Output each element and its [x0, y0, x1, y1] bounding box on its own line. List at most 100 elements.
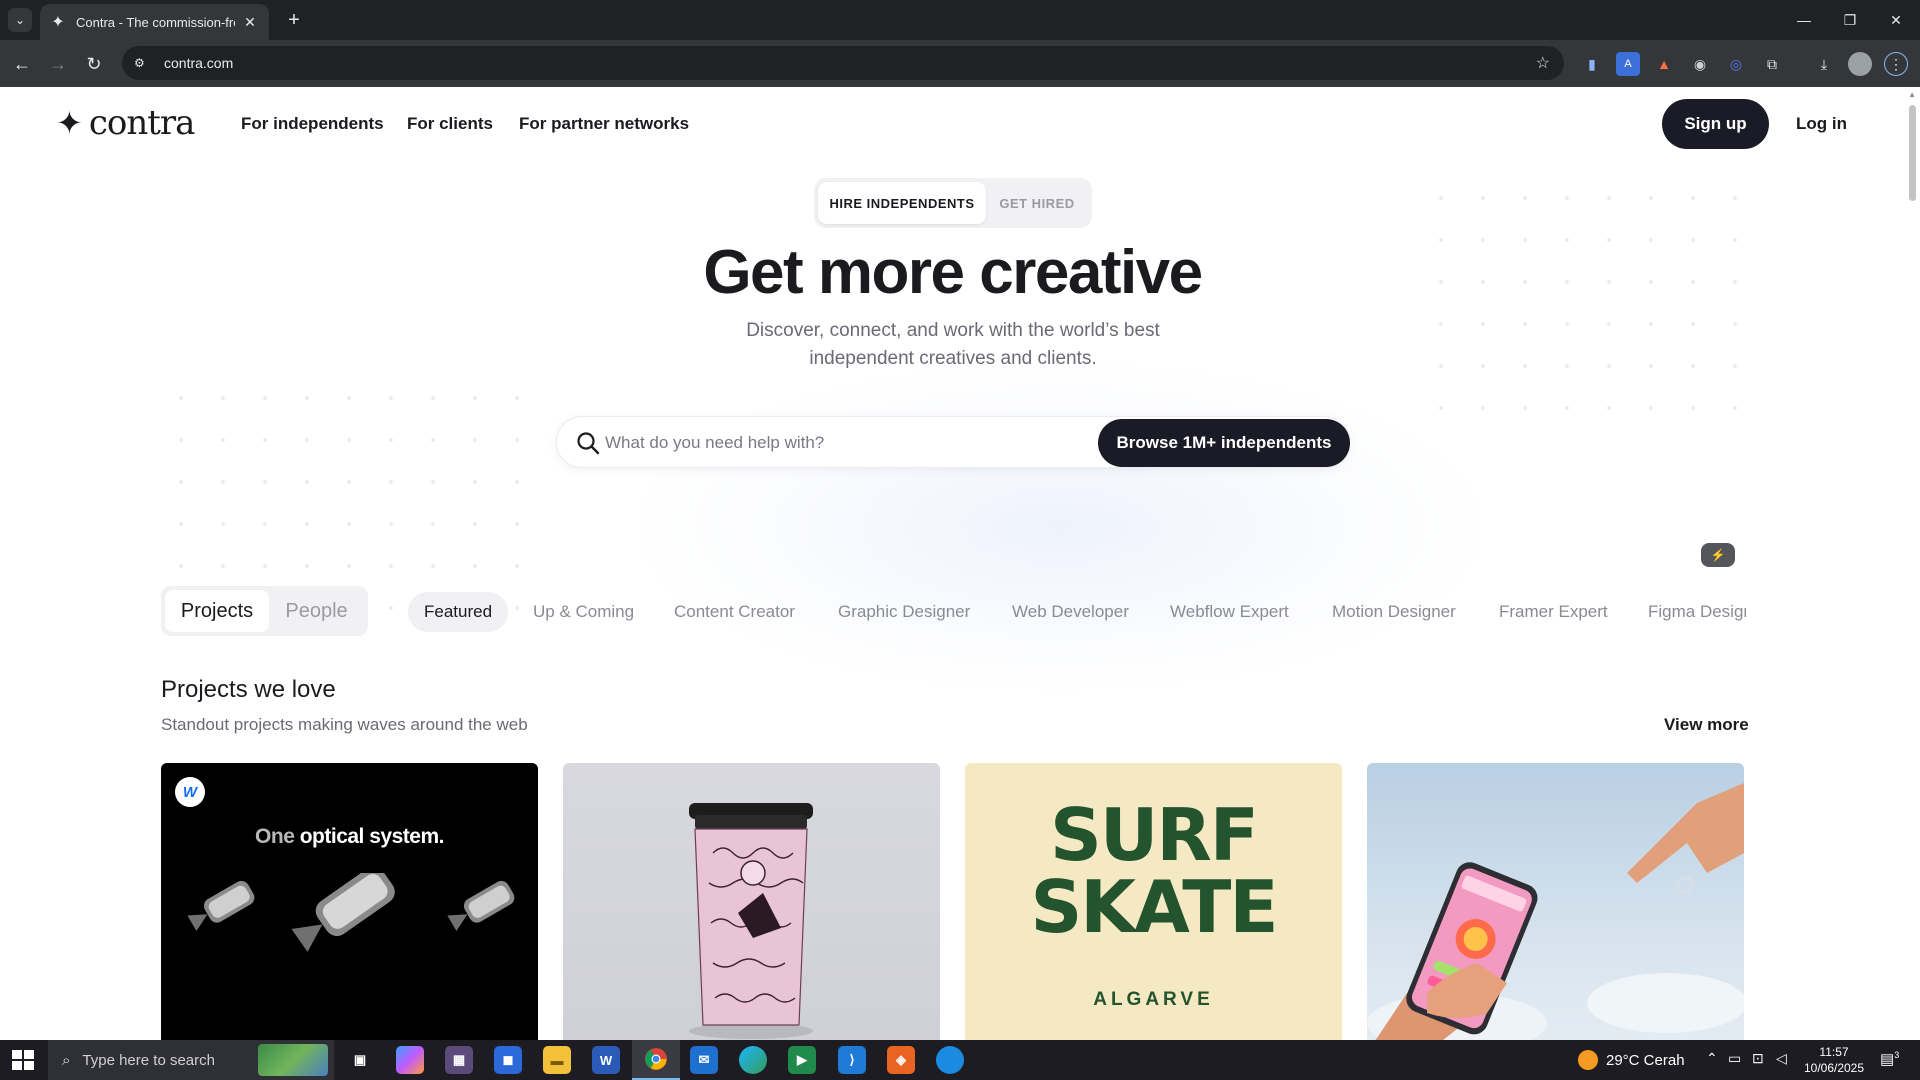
nav-for-independents[interactable]: For independents — [241, 114, 384, 134]
url-text[interactable]: contra.com — [164, 55, 1536, 71]
category-motion-designer[interactable]: Motion Designer — [1332, 592, 1456, 632]
optical-product-illustration — [187, 873, 515, 952]
tab-title: Contra - The commission-free f — [76, 14, 235, 30]
project-card-phone-app[interactable] — [1367, 763, 1744, 1040]
browser-app-icon[interactable] — [936, 1046, 964, 1074]
extension-fire-icon[interactable]: ▲ — [1652, 52, 1676, 76]
ubuntu-app-icon[interactable]: ◈ — [887, 1046, 915, 1074]
browser-tab-active[interactable]: ✦ Contra - The commission-free f ✕ — [40, 4, 269, 40]
windows-start-icon[interactable] — [10, 1048, 36, 1072]
extension-docs-icon[interactable]: ▮ — [1580, 52, 1604, 76]
meet-now-icon[interactable]: ▭ — [1728, 1050, 1741, 1067]
sheets-app-icon[interactable]: ▶ — [788, 1046, 816, 1074]
nav-for-clients[interactable]: For clients — [407, 114, 493, 134]
log-in-link[interactable]: Log in — [1796, 114, 1847, 134]
network-icon[interactable]: ⊡ — [1752, 1050, 1764, 1067]
category-webflow-expert[interactable]: Webflow Expert — [1170, 592, 1289, 632]
sign-up-button[interactable]: Sign up — [1662, 99, 1769, 149]
copilot-icon[interactable] — [396, 1046, 424, 1074]
tab-search-chevron-icon[interactable]: ⌄ — [8, 8, 32, 32]
profile-icon[interactable] — [1848, 52, 1872, 76]
taskbar-search-icon: ⌕ — [62, 1051, 71, 1069]
edge-icon[interactable] — [739, 1046, 767, 1074]
tab-hire-independents[interactable]: HIRE INDEPENDENTS — [818, 182, 986, 224]
hero-glow — [620, 357, 1500, 697]
search-input[interactable] — [605, 425, 1125, 461]
site-info-icon[interactable]: ⚙ — [134, 56, 154, 70]
card-headline-main: optical system. — [299, 825, 445, 848]
scroll-thumb[interactable] — [1909, 105, 1916, 201]
tab-get-hired[interactable]: GET HIRED — [986, 182, 1088, 224]
reload-icon[interactable]: ↻ — [80, 50, 108, 78]
address-bar[interactable]: ⚙ contra.com ☆ — [122, 46, 1564, 80]
scroll-up-icon[interactable]: ▲ — [1908, 90, 1916, 99]
taskbar-search-box[interactable]: ⌕ Type here to search — [48, 1040, 334, 1080]
tray-overflow-icon[interactable]: ⌃ — [1706, 1050, 1718, 1067]
magic-wand-icon[interactable]: ⚡ — [1701, 543, 1735, 567]
store-icon[interactable]: ◼ — [494, 1046, 522, 1074]
toggle-projects[interactable]: Projects — [165, 590, 269, 632]
file-explorer-icon[interactable]: ▬ — [543, 1046, 571, 1074]
extension-spy-icon[interactable]: ◉ — [1688, 52, 1712, 76]
contra-logo-mark-icon: ✦ — [56, 105, 83, 141]
view-more-link[interactable]: View more — [1664, 715, 1749, 735]
category-figma-designer[interactable]: Figma Designer — [1648, 592, 1746, 632]
download-icon[interactable]: ⤓ — [1812, 52, 1836, 76]
notification-count: 3 — [1894, 1050, 1900, 1060]
extension-chat-icon[interactable]: ◎ — [1724, 52, 1748, 76]
page-scrollbar[interactable]: ▲ — [1905, 87, 1920, 1040]
restore-button[interactable]: ❐ — [1830, 6, 1870, 34]
contra-logo-text: contra — [88, 103, 196, 143]
mail-icon[interactable]: ✉ — [690, 1046, 718, 1074]
category-graphic-designer[interactable]: Graphic Designer — [838, 592, 970, 632]
category-filter-bar: Featured Up & Coming Content Creator Gra… — [408, 592, 1746, 632]
surf-text: SURF — [1050, 793, 1259, 877]
search-icon — [577, 432, 600, 455]
clock-time: 11:57 — [1819, 1045, 1849, 1059]
webflow-badge-icon: W — [175, 777, 205, 807]
toggle-people[interactable]: People — [269, 590, 364, 632]
notification-center-icon[interactable]: ▤3 — [1880, 1050, 1899, 1068]
tab-close-icon[interactable]: ✕ — [241, 14, 259, 31]
nav-for-partner-networks[interactable]: For partner networks — [519, 114, 689, 134]
web-page: ✦ contra For independents For clients Fo… — [0, 87, 1920, 1040]
category-featured[interactable]: Featured — [408, 592, 509, 632]
hero-segment-control: HIRE INDEPENDENTS GET HIRED — [814, 178, 1092, 228]
taskbar-search-text: Type here to search — [82, 1051, 215, 1069]
chrome-icon — [645, 1048, 667, 1070]
task-view-icon[interactable]: ▣ — [346, 1046, 374, 1074]
window-close-button[interactable]: ✕ — [1876, 6, 1916, 34]
word-icon[interactable]: W — [592, 1046, 620, 1074]
calendar-app-icon[interactable]: ▦ — [445, 1046, 473, 1074]
category-framer-expert[interactable]: Framer Expert — [1499, 592, 1608, 632]
contra-logo[interactable]: ✦ contra — [56, 103, 196, 143]
forward-icon[interactable]: → — [44, 50, 72, 78]
projects-people-toggle: Projects People — [161, 586, 368, 636]
project-card-coffee-cup[interactable] — [563, 763, 940, 1040]
vscode-icon[interactable]: ⟩ — [838, 1046, 866, 1074]
back-icon[interactable]: ← — [8, 50, 36, 78]
project-card-surf-skate[interactable]: SURF SKATE ALGARVE — [965, 763, 1342, 1040]
weather-widget[interactable]: 29°C Cerah — [1578, 1050, 1685, 1070]
taskbar-clock[interactable]: 11:57 10/06/2025 — [1800, 1044, 1868, 1076]
project-card-optical[interactable]: W One optical system. — [161, 763, 538, 1040]
category-web-developer[interactable]: Web Developer — [1012, 592, 1129, 632]
bookmark-star-icon[interactable]: ☆ — [1536, 53, 1550, 73]
algarve-text: ALGARVE — [1093, 989, 1214, 1010]
minimize-button[interactable]: — — [1784, 6, 1824, 34]
contra-favicon: ✦ — [51, 14, 65, 31]
extension-translate-icon[interactable]: A — [1616, 52, 1640, 76]
category-content-creator[interactable]: Content Creator — [674, 592, 795, 632]
new-tab-button[interactable]: + — [282, 8, 306, 32]
search-highlight-image — [258, 1044, 328, 1076]
section-title: Projects we love — [161, 676, 336, 703]
clock-date: 10/06/2025 — [1803, 1061, 1865, 1075]
menu-icon[interactable]: ⋮ — [1884, 52, 1908, 76]
category-up-coming[interactable]: Up & Coming — [533, 592, 634, 632]
chrome-taskbar-icon[interactable] — [632, 1040, 680, 1080]
browse-independents-button[interactable]: Browse 1M+ independents — [1098, 419, 1350, 467]
hero-subtitle: Discover, connect, and work with the wor… — [746, 320, 1160, 369]
volume-icon[interactable]: ◁ — [1776, 1050, 1787, 1067]
phone-hands-illustration — [1367, 783, 1744, 1040]
extensions-icon[interactable]: ⧉ — [1760, 52, 1784, 76]
